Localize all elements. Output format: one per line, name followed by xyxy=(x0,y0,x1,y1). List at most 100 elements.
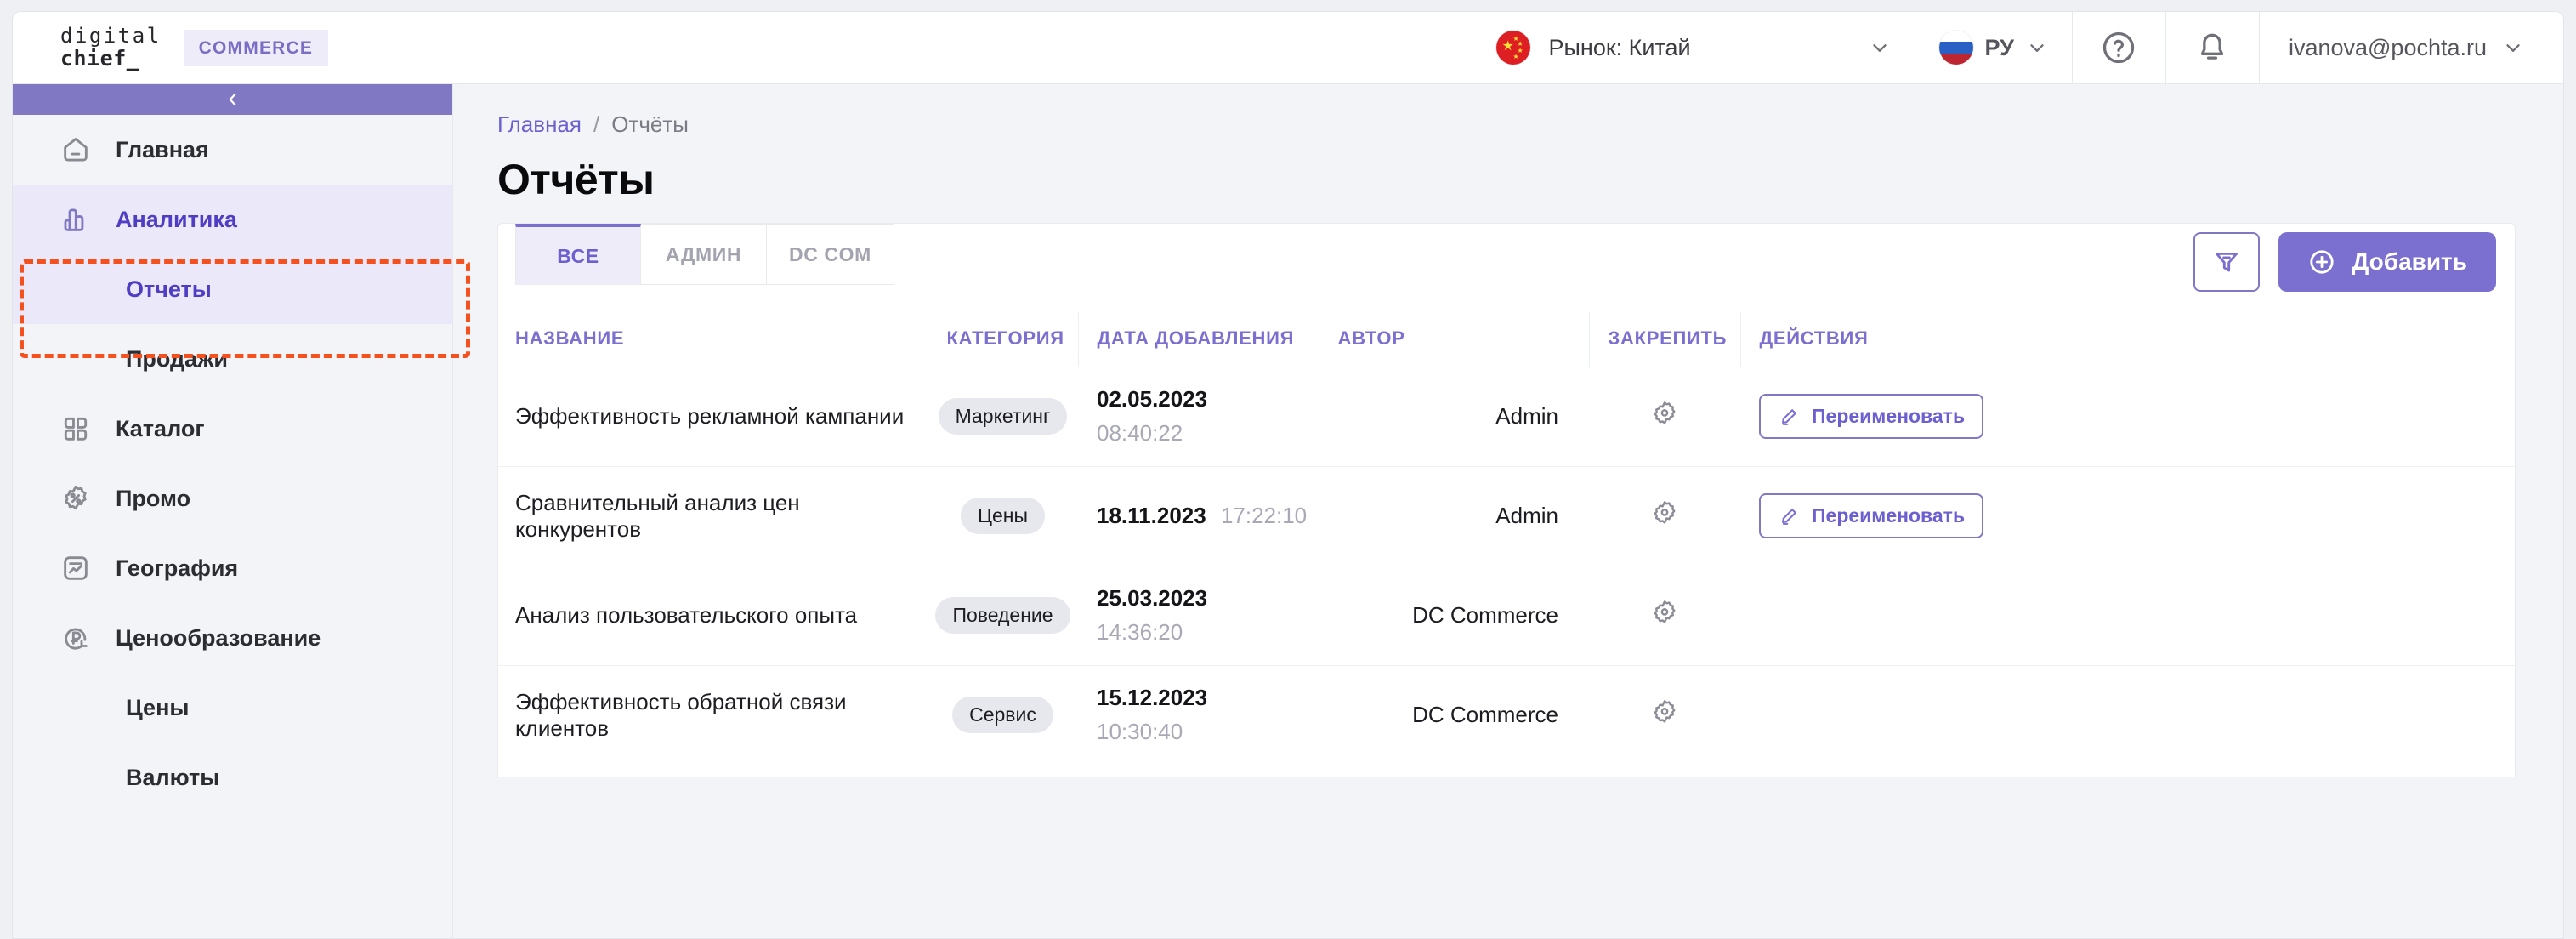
pin-toggle-button[interactable] xyxy=(1649,398,1680,429)
tab-bar: ВСЕ АДМИН DC COM xyxy=(515,224,894,285)
add-button-label: Добавить xyxy=(2352,248,2467,275)
app-body: Главная Аналитика Отчеты Продажи Каталог… xyxy=(13,84,2563,938)
gear-icon xyxy=(1654,600,1676,623)
gear-icon xyxy=(1654,401,1676,424)
date-stack: 15.12.2023 10:30:40 xyxy=(1097,685,1319,745)
table-header-row: НАЗВАНИЕ КАТЕГОРИЯ ДАТА ДОБАВЛЕНИЯ АВТОР… xyxy=(498,312,2515,367)
card-toolbar: ВСЕ АДМИН DC COM Добавить xyxy=(498,224,2515,312)
sidebar-item-analytics[interactable]: Аналитика xyxy=(13,185,452,254)
category-badge: Цены xyxy=(960,498,1046,534)
sidebar-item-label: Отчеты xyxy=(126,276,212,302)
gear-icon xyxy=(1654,700,1676,723)
notifications-button[interactable] xyxy=(2165,12,2259,83)
cell-pin xyxy=(1589,665,1740,765)
sidebar-item-catalog[interactable]: Каталог xyxy=(13,394,452,464)
pin-toggle-button[interactable] xyxy=(1649,597,1680,628)
col-pin[interactable]: ЗАКРЕПИТЬ xyxy=(1588,312,1740,367)
pin-toggle-button[interactable] xyxy=(1649,498,1680,528)
sidebar-item-label: Цены xyxy=(126,694,190,720)
grid-icon xyxy=(64,417,88,441)
reports-table: НАЗВАНИЕ КАТЕГОРИЯ ДАТА ДОБАВЛЕНИЯ АВТОР… xyxy=(498,312,2515,765)
cell-date: 02.05.2023 08:40:22 xyxy=(1078,367,1319,467)
sidebar-item-promo[interactable]: Промо xyxy=(13,464,452,533)
language-selector[interactable]: РУ xyxy=(1914,12,2072,83)
col-actions[interactable]: ДЕЙСТВИЯ xyxy=(1739,312,2515,367)
tab-admin[interactable]: АДМИН xyxy=(641,224,767,285)
reports-card: ВСЕ АДМИН DC COM Добавить НАЗВАНИЕ КАТЕГ… xyxy=(497,223,2516,777)
cell-category: Маркетинг xyxy=(928,367,1078,467)
rename-button[interactable]: Переименовать xyxy=(1759,394,1984,439)
cell-date: 18.11.2023 17:22:10 xyxy=(1078,466,1319,566)
cell-category: Цены xyxy=(928,466,1078,566)
sidebar-item-reports[interactable]: Отчеты xyxy=(13,254,452,324)
rename-button-label: Переименовать xyxy=(1812,405,1966,427)
pin-toggle-button[interactable] xyxy=(1649,697,1680,727)
breadcrumb: Главная / Отчёты xyxy=(497,84,2516,138)
col-date[interactable]: ДАТА ДОБАВЛЕНИЯ xyxy=(1077,312,1319,367)
home-icon xyxy=(64,138,88,162)
cell-pin xyxy=(1589,566,1740,666)
sidebar-item-label: Промо xyxy=(116,485,191,511)
table-row[interactable]: Эффективность рекламной кампании Маркети… xyxy=(498,367,2515,467)
bell-icon xyxy=(2201,33,2224,60)
time-value: 17:22:10 xyxy=(1220,503,1308,528)
col-category[interactable]: КАТЕГОРИЯ xyxy=(927,312,1078,367)
commerce-badge: COMMERCE xyxy=(183,29,329,66)
sidebar-item-label: Валюты xyxy=(126,764,220,790)
cell-category: Поведение xyxy=(928,566,1078,666)
date-value: 15.12.2023 xyxy=(1097,685,1208,710)
page-title: Отчёты xyxy=(497,156,655,203)
sidebar-collapse-button[interactable] xyxy=(13,84,452,115)
user-menu[interactable]: ivanova@pochta.ru xyxy=(2258,12,2563,83)
tab-dc-com[interactable]: DC COM xyxy=(767,224,894,285)
sidebar-item-sales[interactable]: Продажи xyxy=(13,324,452,394)
cell-author: DC Commerce xyxy=(1319,665,1589,765)
table-row[interactable]: Эффективность обратной связи клиентов Се… xyxy=(498,665,2515,765)
sidebar-item-label: Ценообразование xyxy=(116,624,321,651)
sidebar-item-prices[interactable]: Цены xyxy=(13,673,452,743)
sidebar-item-pricing[interactable]: Ценообразование xyxy=(13,603,452,673)
add-button[interactable]: Добавить xyxy=(2278,232,2496,292)
chevron-down-icon xyxy=(2030,44,2044,52)
breadcrumb-home-link[interactable]: Главная xyxy=(497,111,582,138)
cell-pin xyxy=(1589,466,1740,566)
market-selector[interactable]: ★ ★ ★ ★ ★ Рынок: Китай xyxy=(1472,12,1915,83)
sidebar-item-home[interactable]: Главная xyxy=(13,115,452,185)
table-row[interactable]: Анализ пользовательского опыта Поведение… xyxy=(498,566,2515,666)
time-value: 14:36:20 xyxy=(1097,619,1183,645)
top-bar: digital chief_ COMMERCE ★ ★ ★ ★ ★ Рынок: Кит… xyxy=(13,12,2563,84)
cell-category: Сервис xyxy=(928,665,1078,765)
ruble-refresh-icon xyxy=(65,628,88,650)
brand-logo[interactable]: digital chief_ COMMERCE xyxy=(13,12,453,83)
cell-pin xyxy=(1589,367,1740,467)
chart-square-icon xyxy=(64,556,88,580)
help-button[interactable] xyxy=(2071,12,2165,83)
tab-all[interactable]: ВСЕ xyxy=(515,224,641,285)
table-row[interactable]: Сравнительный анализ цен конкурентов Цен… xyxy=(498,466,2515,566)
top-bar-spacer xyxy=(453,12,1472,83)
col-name[interactable]: НАЗВАНИЕ xyxy=(498,312,928,367)
category-badge: Маркетинг xyxy=(938,398,1068,435)
rename-button[interactable]: Переименовать xyxy=(1759,493,1984,538)
analytics-icon xyxy=(64,208,84,231)
logo-wordmark: digital chief_ xyxy=(60,24,162,71)
sidebar-item-geography[interactable]: География xyxy=(13,533,452,603)
cell-actions xyxy=(1740,665,2515,765)
col-author[interactable]: АВТОР xyxy=(1318,312,1589,367)
date-value: 02.05.2023 xyxy=(1097,386,1208,412)
cell-name: Эффективность обратной связи клиентов xyxy=(498,665,928,765)
cell-actions: Переименовать xyxy=(1740,367,2515,467)
language-label: РУ xyxy=(1984,34,2014,60)
cell-date: 25.03.2023 14:36:20 xyxy=(1078,566,1319,666)
sidebar-item-label: География xyxy=(116,555,239,581)
cell-actions: Переименовать xyxy=(1740,466,2515,566)
table-header: НАЗВАНИЕ КАТЕГОРИЯ ДАТА ДОБАВЛЕНИЯ АВТОР… xyxy=(498,312,2515,367)
filter-icon xyxy=(2216,252,2238,272)
date-value: 25.03.2023 xyxy=(1097,585,1208,611)
filter-button[interactable] xyxy=(2193,232,2261,292)
sidebar-item-currencies[interactable]: Валюты xyxy=(13,743,452,812)
cell-date: 15.12.2023 10:30:40 xyxy=(1078,665,1319,765)
toolbar-actions: Добавить xyxy=(2193,224,2496,292)
market-label: Рынок: Китай xyxy=(1548,34,1691,60)
sidebar-item-label: Каталог xyxy=(116,415,205,441)
